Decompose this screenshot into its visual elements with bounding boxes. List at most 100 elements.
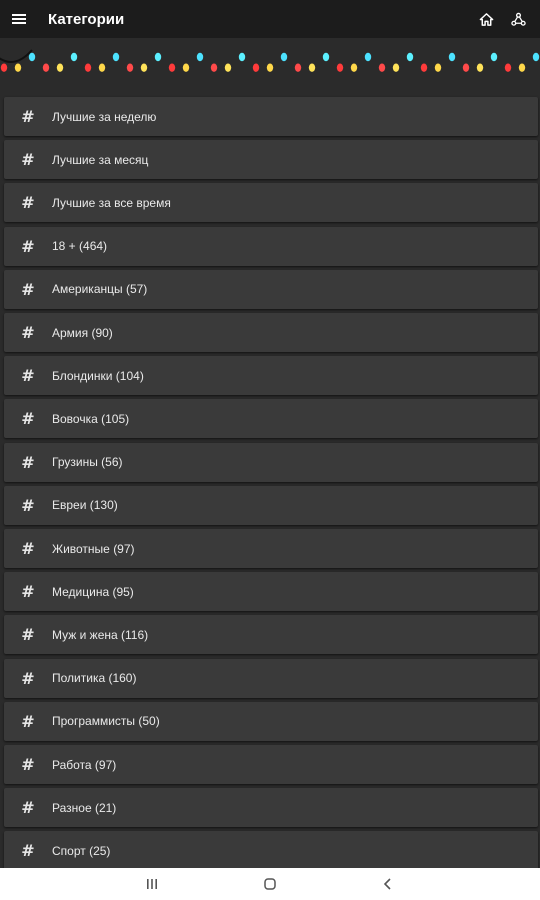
category-item[interactable]: # Евреи (130) <box>4 485 538 525</box>
garland-bulb <box>280 52 288 62</box>
hashtag-icon: # <box>21 582 35 602</box>
hashtag-icon: # <box>21 625 35 645</box>
category-label: Армия (90) <box>52 325 113 340</box>
garland-bulb <box>238 52 246 62</box>
garland-bulb <box>210 63 218 72</box>
garland-bulb <box>28 52 36 62</box>
garland-bulb <box>504 63 512 72</box>
category-item[interactable]: # Разное (21) <box>4 788 538 828</box>
garland-bulb <box>364 52 372 62</box>
category-label: Евреи (130) <box>52 498 118 513</box>
garland-bulb <box>14 63 22 72</box>
category-item[interactable]: # Грузины (56) <box>4 442 538 482</box>
hashtag-icon: # <box>21 711 35 731</box>
garland-bulb <box>392 63 400 72</box>
garland-bulb <box>322 52 330 62</box>
garland-bulb <box>182 63 190 72</box>
home-circle-icon[interactable] <box>211 868 329 900</box>
recent-apps-icon[interactable] <box>93 868 211 900</box>
category-item[interactable]: # Лучшие за неделю <box>4 97 538 136</box>
hashtag-icon: # <box>21 798 35 818</box>
category-item[interactable]: # Работа (97) <box>4 745 538 784</box>
hashtag-icon: # <box>21 236 35 256</box>
category-label: Грузины (56) <box>52 455 123 470</box>
garland-bulb <box>224 63 232 72</box>
garland-bulb <box>420 63 428 72</box>
category-label: Вовочка (105) <box>52 411 130 426</box>
category-item[interactable]: # Политика (160) <box>4 658 538 698</box>
garland-bulb <box>266 63 274 72</box>
back-chevron-icon[interactable] <box>329 868 447 900</box>
category-item[interactable]: # Лучшие за все время <box>4 183 538 223</box>
garland-bulb <box>112 52 120 62</box>
hashtag-icon: # <box>21 279 35 299</box>
category-item[interactable]: # Муж и жена (116) <box>4 615 538 655</box>
category-label: Спорт (25) <box>52 843 111 858</box>
garland-bulb <box>154 52 162 62</box>
garland-bulb <box>350 63 358 72</box>
hashtag-icon: # <box>21 366 35 386</box>
category-label: Блондинки (104) <box>52 368 144 383</box>
garland-bulb <box>98 63 106 72</box>
garland-bulb <box>476 63 484 72</box>
garland-bulb <box>462 63 470 72</box>
hashtag-icon: # <box>21 107 35 126</box>
category-item[interactable]: #18 + (464) <box>4 226 538 266</box>
category-item[interactable]: # Спорт (25) <box>4 831 538 871</box>
hashtag-icon: # <box>21 409 35 429</box>
category-item[interactable]: # Программисты (50) <box>4 701 538 741</box>
garland-lights-icon <box>0 49 540 72</box>
garland-bulb <box>406 52 414 62</box>
category-item[interactable]: # Блондинки (104) <box>4 356 538 396</box>
category-label: Медицина (95) <box>52 584 134 599</box>
garland-bulb <box>56 63 64 72</box>
page-title: Категории <box>48 10 125 28</box>
garland-bulb <box>490 52 498 62</box>
hashtag-icon: # <box>21 323 35 342</box>
category-label: Разное (21) <box>52 800 117 815</box>
garland-bulb <box>294 63 302 72</box>
category-label: Животные (97) <box>52 541 135 556</box>
garland-bulb <box>0 63 8 72</box>
category-label: Лучшие за неделю <box>52 109 157 124</box>
category-item[interactable]: # Животные (97) <box>4 529 538 568</box>
hashtag-icon: # <box>21 755 35 774</box>
garland-bulb <box>308 63 316 72</box>
hashtag-icon: # <box>21 150 35 170</box>
hashtag-icon: # <box>21 495 35 515</box>
category-item[interactable]: # Американцы (57) <box>4 269 538 309</box>
garland-bulb <box>252 63 260 72</box>
garland-bulb <box>196 52 204 62</box>
category-label: Политика (160) <box>52 671 137 686</box>
category-label: Лучшие за месяц <box>52 152 149 167</box>
hashtag-icon: # <box>21 841 35 861</box>
app-bar: Категории <box>0 0 540 38</box>
hashtag-icon: # <box>21 539 35 558</box>
garland-bulb <box>434 63 442 72</box>
category-item[interactable]: # Армия (90) <box>4 313 538 352</box>
category-item[interactable]: # Вовочка (105) <box>4 399 538 439</box>
garland-bulb <box>378 63 386 72</box>
category-label: Муж и жена (116) <box>52 627 149 642</box>
garland-bulb <box>140 63 148 72</box>
home-icon[interactable] <box>470 0 502 38</box>
garland-bulb <box>70 52 78 62</box>
category-item[interactable]: # Лучшие за месяц <box>4 140 538 180</box>
hamburger-menu-icon[interactable] <box>0 0 38 38</box>
garland-bulb <box>168 63 176 72</box>
hashtag-icon: # <box>21 193 35 213</box>
category-label: Работа (97) <box>52 757 117 772</box>
category-label: Американцы (57) <box>52 282 148 297</box>
garland-bulb <box>518 63 526 72</box>
christmas-garland-decoration <box>0 38 540 88</box>
garland-bulb <box>532 52 540 62</box>
category-label: 18 + (464) <box>52 239 108 254</box>
garland-bulb <box>42 63 50 72</box>
system-navigation-bar <box>0 868 540 900</box>
garland-bulb <box>126 63 134 72</box>
share-network-icon[interactable] <box>502 0 534 38</box>
category-item[interactable]: # Медицина (95) <box>4 572 538 612</box>
garland-bulb <box>448 52 456 62</box>
category-label: Программисты (50) <box>52 714 160 729</box>
hashtag-icon: # <box>21 452 35 472</box>
